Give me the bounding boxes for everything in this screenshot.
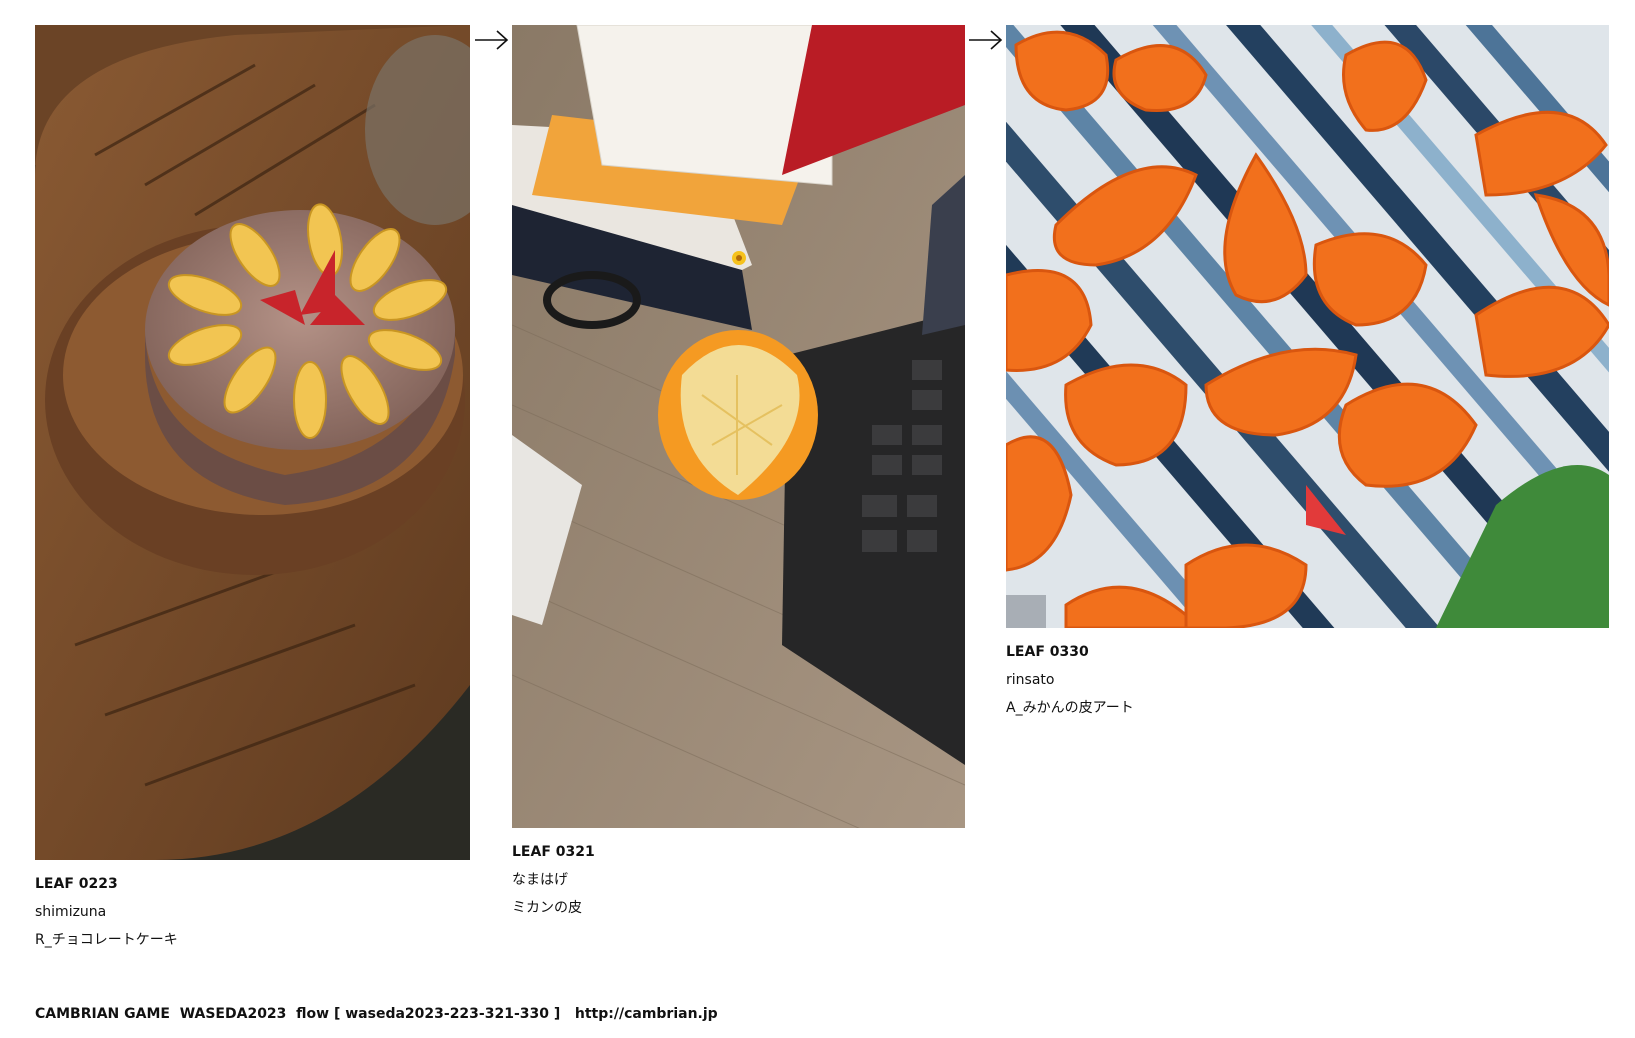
leaf-title: ミカンの皮 bbox=[512, 900, 582, 916]
peeled-mandarin-photo bbox=[512, 25, 965, 828]
leaf-title: R_チョコレートケーキ bbox=[35, 932, 178, 948]
leaf-author[interactable]: なまはげ bbox=[512, 866, 965, 894]
leaf-id: LEAF 0321 bbox=[512, 844, 595, 860]
leaf-id: LEAF 0223 bbox=[35, 876, 118, 892]
leaf-author[interactable]: rinsato bbox=[1006, 666, 1609, 694]
leaf-photo[interactable] bbox=[512, 25, 965, 828]
leaf-author[interactable]: shimizuna bbox=[35, 898, 470, 926]
footer-credit[interactable]: CAMBRIAN GAME WASEDA2023 flow [ waseda20… bbox=[35, 1006, 718, 1022]
chocolate-cake-photo bbox=[35, 25, 470, 860]
leaf-card-0321[interactable]: LEAF 0321 なまはげ ミカンの皮 bbox=[512, 25, 965, 922]
orange-peel-art-image bbox=[1006, 25, 1609, 628]
arrow-right-icon bbox=[474, 28, 510, 52]
leaf-card-0223[interactable]: LEAF 0223 shimizuna R_チョコレートケーキ bbox=[35, 25, 470, 954]
leaf-photo[interactable] bbox=[35, 25, 470, 860]
leaf-id: LEAF 0330 bbox=[1006, 644, 1089, 660]
leaf-photo[interactable] bbox=[1006, 25, 1609, 628]
leaf-title: A_みかんの皮アート bbox=[1006, 700, 1134, 716]
arrow-right-icon bbox=[968, 28, 1004, 52]
leaf-card-0330[interactable]: LEAF 0330 rinsato A_みかんの皮アート bbox=[1006, 25, 1609, 722]
